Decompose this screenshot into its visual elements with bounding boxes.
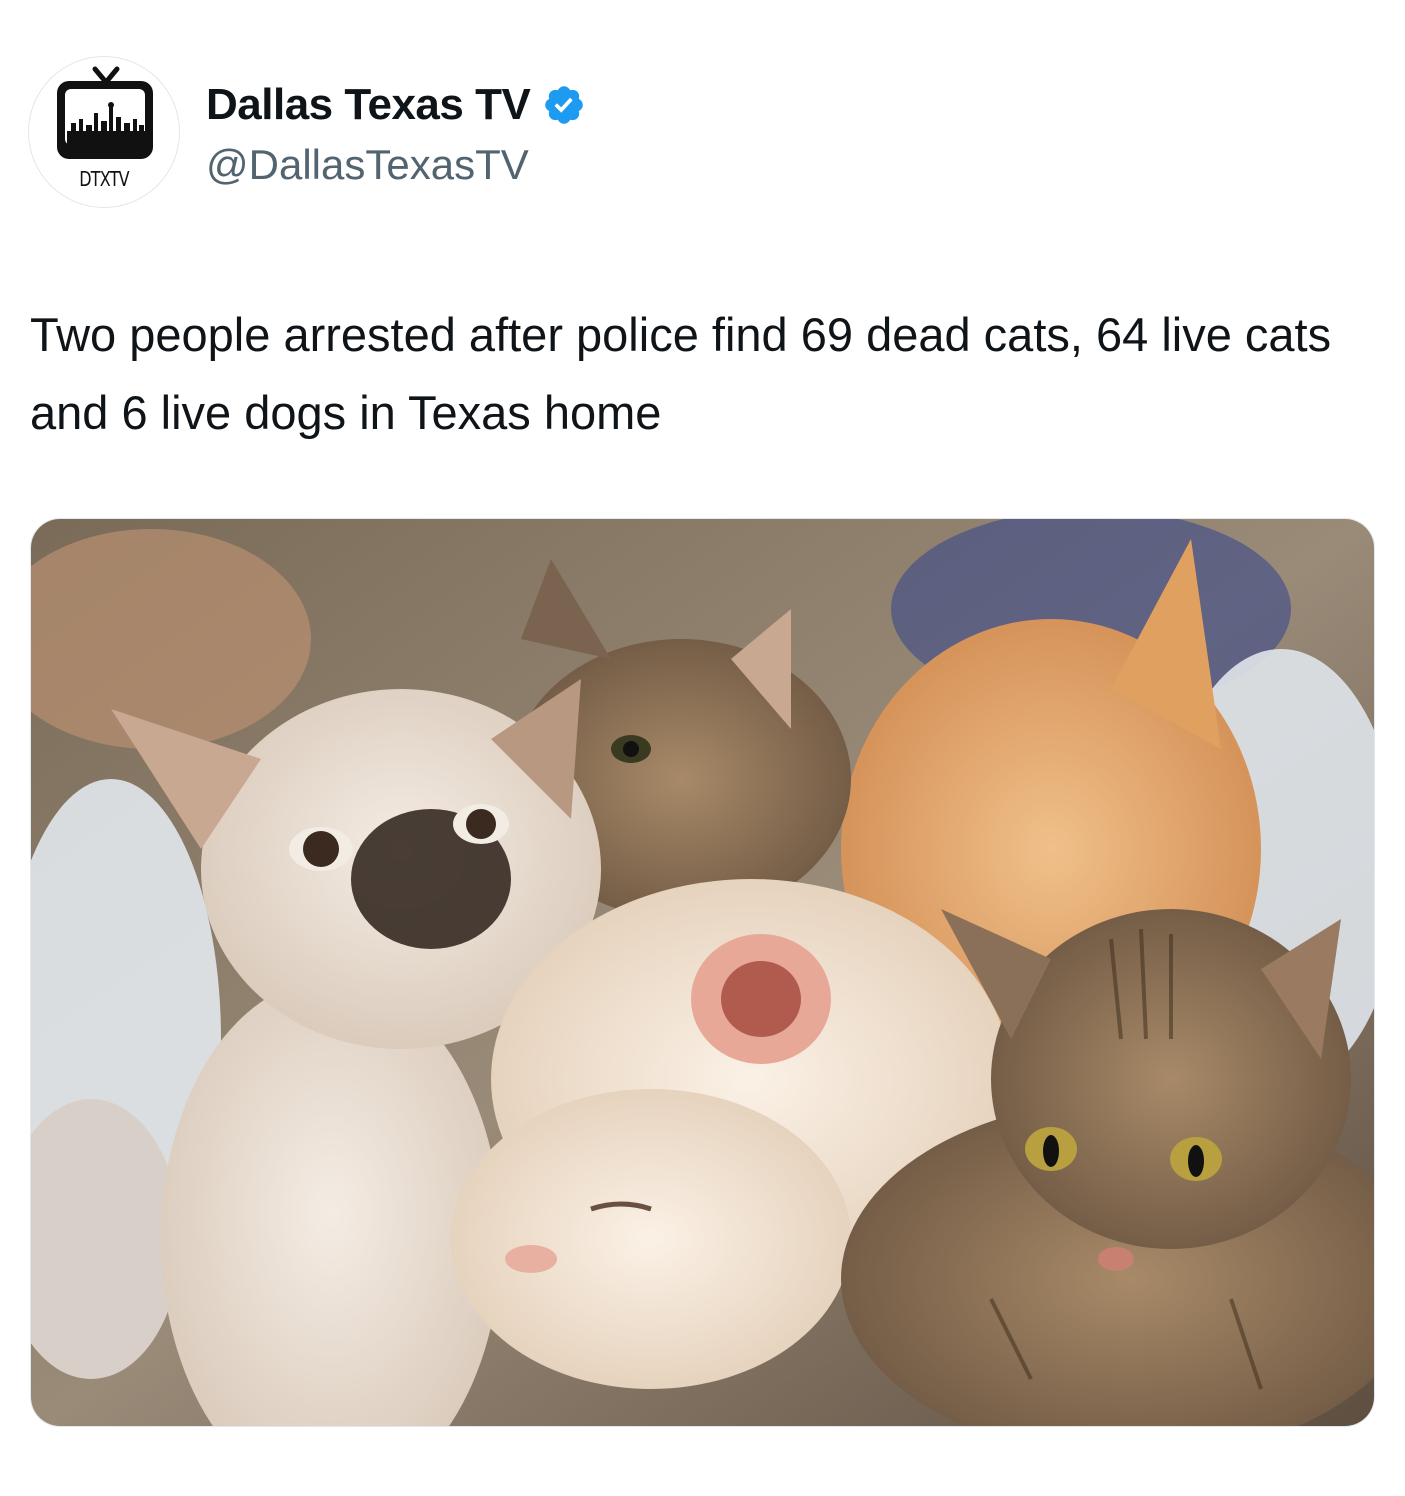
tweet-header: DTXTV Dallas Texas TV @DallasTexasTV	[28, 56, 586, 208]
verified-badge-icon	[545, 86, 584, 124]
avatar-logo-text: DTXTV	[79, 167, 129, 191]
display-name[interactable]: Dallas Texas TV	[206, 80, 531, 130]
tweet-media-photo[interactable]	[30, 518, 1375, 1427]
name-row: Dallas Texas TV	[206, 75, 586, 135]
cats-photo-image	[31, 519, 1374, 1426]
user-handle[interactable]: @DallasTexasTV	[206, 141, 586, 189]
author-info: Dallas Texas TV @DallasTexasTV	[206, 75, 586, 189]
avatar[interactable]: DTXTV	[28, 56, 180, 208]
tweet-text: Two people arrested after police find 69…	[30, 308, 1332, 439]
